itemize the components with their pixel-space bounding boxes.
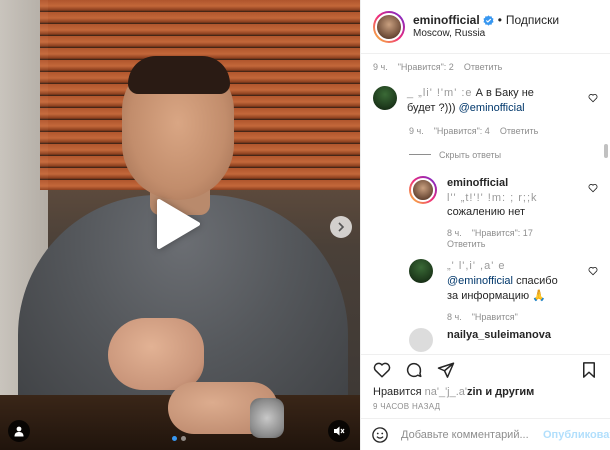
heart-icon[interactable] [373, 361, 391, 379]
author-username[interactable]: eminofficial [413, 13, 480, 28]
play-icon [157, 199, 200, 249]
hide-replies-label: Скрыть ответы [439, 149, 502, 160]
comment-time: 9 ч. [409, 125, 424, 136]
divider-line [409, 154, 431, 156]
person-hand [108, 318, 204, 390]
instagram-post-dialog: eminofficial • Подписки Moscow, Russia 9… [0, 0, 610, 450]
reply-text: сожалению нет [447, 206, 526, 219]
comment-mention[interactable]: @eminofficial [459, 102, 525, 114]
reply-time: 8 ч. [447, 228, 462, 239]
post-actions [361, 354, 610, 384]
post-header: eminofficial • Подписки Moscow, Russia [361, 0, 610, 54]
comment-meta: 9 ч. "Нравится": 2 Ответить [373, 62, 598, 72]
reply-item: eminofficial l'' „t!'!' !m: ; r;;k сожал… [409, 175, 598, 221]
reply-button[interactable]: Ответить [500, 126, 538, 136]
heart-icon[interactable] [588, 90, 598, 108]
reply-mention[interactable]: @eminofficial [447, 275, 513, 287]
play-button[interactable] [150, 196, 206, 252]
comment-item: _ „li' !'m' :e А в Баку не будет ?))) @e… [373, 86, 598, 116]
chevron-right-icon [338, 222, 345, 232]
bookmark-icon[interactable] [580, 361, 598, 379]
carousel-dot [181, 436, 186, 441]
reply-time: 8 ч. [447, 311, 462, 322]
likes-prefix: Нравится [373, 386, 422, 398]
share-icon[interactable] [437, 361, 455, 379]
author-avatar[interactable] [373, 10, 405, 43]
commenter-username-blurred[interactable]: _ „li' !'m' :e [407, 87, 473, 99]
wristwatch [250, 398, 284, 438]
reply-item: „' l',i' ,a' e @eminofficial спасибо за … [409, 259, 598, 304]
speaker-muted-icon [334, 426, 345, 436]
comments-list[interactable]: 9 ч. "Нравится": 2 Ответить _ „li' !'m' … [361, 54, 610, 354]
comment-icon[interactable] [405, 361, 423, 379]
comments-scrollbar[interactable] [604, 144, 608, 158]
reply-button[interactable]: Ответить [464, 62, 502, 72]
verified-badge-icon [483, 15, 494, 26]
reply-likes[interactable]: "Нравится" [472, 312, 518, 322]
replier-avatar[interactable] [409, 327, 433, 352]
post-timestamp: 9 ЧАСОВ НАЗАД [373, 402, 441, 411]
reply-meta: 8 ч. "Нравится": 17 Ответить [447, 228, 557, 249]
comment-time: 9 ч. [373, 62, 388, 72]
header-separator: • [497, 12, 502, 27]
person-hair [128, 56, 230, 94]
commenter-avatar[interactable] [373, 86, 397, 110]
replier-username[interactable]: nailya_suleimanova [447, 329, 551, 341]
replier-avatar[interactable] [409, 175, 437, 204]
heart-icon[interactable] [588, 263, 598, 281]
likes-summary[interactable]: Нравится na'_'j_.a'zin и другим [361, 384, 610, 400]
carousel-dot-active [172, 436, 177, 441]
reply-button[interactable]: Ответить [447, 239, 485, 249]
emoji-icon[interactable] [371, 426, 389, 444]
reply-meta: 8 ч. "Нравится" [447, 312, 598, 322]
post-side-panel: eminofficial • Подписки Moscow, Russia 9… [360, 0, 610, 450]
carousel-next-button[interactable] [330, 216, 352, 238]
following-button[interactable]: Подписки [506, 13, 559, 28]
mute-button[interactable] [328, 420, 350, 442]
heart-icon[interactable] [588, 180, 598, 198]
comment-input[interactable] [401, 428, 543, 441]
post-location[interactable]: Moscow, Russia [413, 28, 559, 41]
user-tag-icon [14, 426, 24, 437]
replier-username[interactable]: eminofficial [447, 177, 508, 189]
carousel-indicator [172, 436, 186, 441]
reply-likes[interactable]: "Нравится": 17 [472, 228, 533, 238]
comment-likes[interactable]: "Нравится": 4 [434, 126, 490, 136]
likes-suffix[interactable]: и другим [485, 386, 534, 398]
comment-likes[interactable]: "Нравится": 2 [398, 62, 454, 72]
replier-avatar[interactable] [409, 259, 433, 284]
reply-mention-blurred[interactable]: l'' „t!'!' !m: ; r;;k [447, 192, 538, 204]
publish-button[interactable]: Опубликовать [543, 429, 610, 441]
replier-username-blurred[interactable]: „' l',i' ,a' e [447, 260, 505, 272]
liker-name[interactable]: zin [467, 386, 482, 398]
hide-replies-button[interactable]: Скрыть ответы [409, 150, 598, 160]
comment-meta: 9 ч. "Нравится": 4 Ответить [409, 126, 598, 136]
tagged-users-button[interactable] [8, 420, 30, 442]
add-comment-bar: Опубликовать [361, 418, 610, 450]
post-video[interactable] [0, 0, 360, 450]
reply-item: nailya_suleimanova [409, 327, 598, 352]
liker-blurred[interactable]: na'_'j_.a' [425, 386, 467, 398]
